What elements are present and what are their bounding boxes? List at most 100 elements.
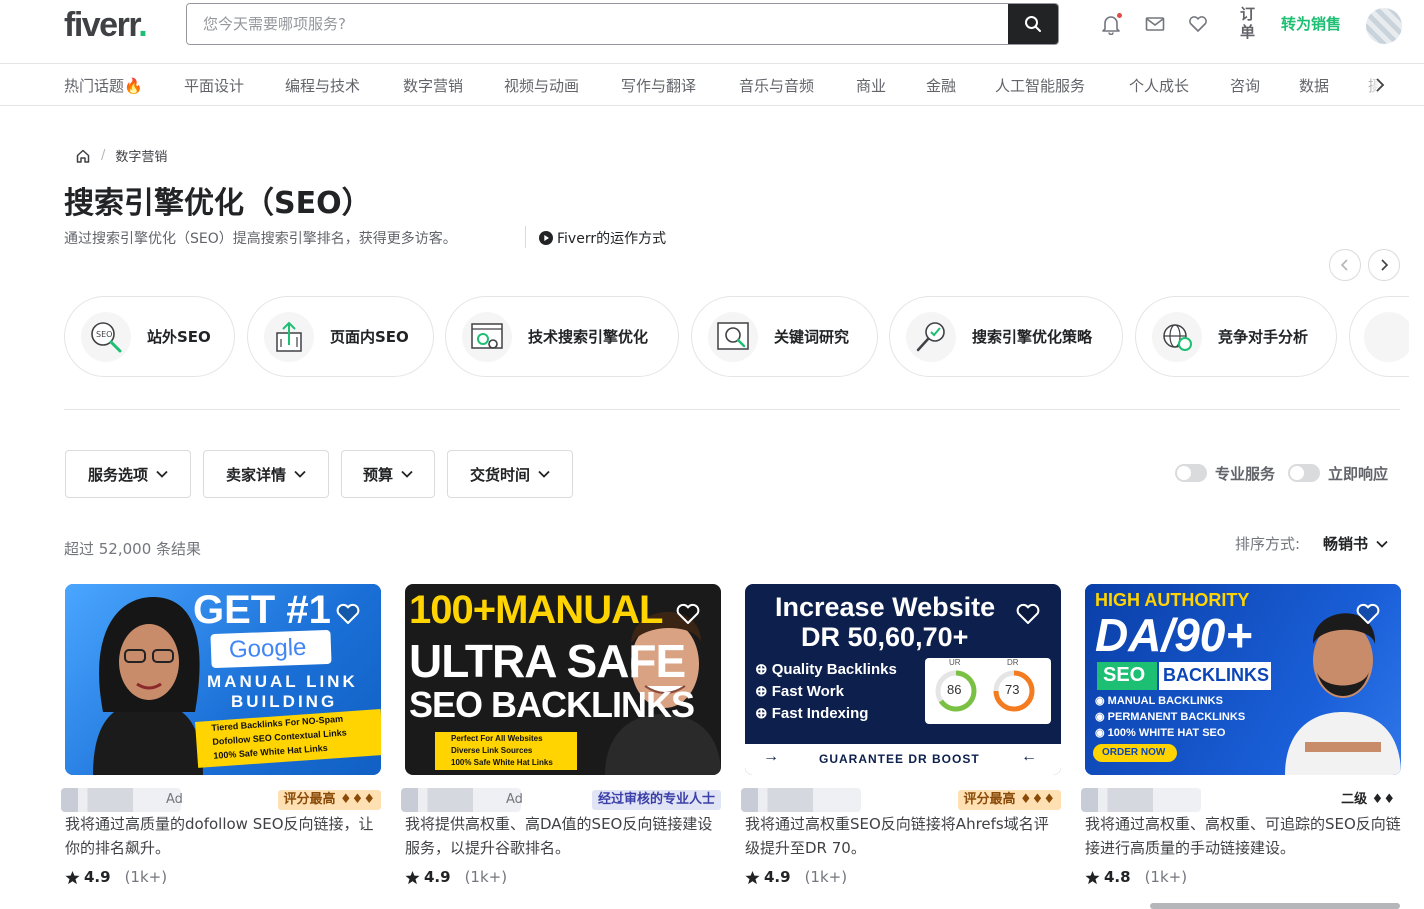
cat-trending[interactable]: 热门话题🔥 — [64, 75, 143, 96]
gig-card[interactable]: Increase Website DR 50,60,70+ ⊕ Quality … — [741, 584, 1061, 886]
gig-thumbnail[interactable]: 100+MANUAL ULTRA SAFE SEO BACKLINKS Perf… — [405, 584, 721, 775]
gig-rating: 4.9 (1k+) — [405, 868, 507, 886]
sort-dropdown[interactable]: 畅销书 — [1323, 533, 1388, 554]
thumb-bullet: ◉ 100% WHITE HAT SEO — [1095, 727, 1226, 739]
seller-info: Ad 评分最高 ♦♦♦ — [61, 788, 381, 812]
cat-finance[interactable]: 金融 — [926, 75, 956, 96]
notifications-button[interactable] — [1099, 12, 1123, 36]
fiverr-logo[interactable]: fiverr. — [64, 6, 148, 45]
seller-avatar-name-blurred[interactable] — [1081, 788, 1201, 812]
notification-dot — [1117, 13, 1122, 18]
seller-avatar-name-blurred[interactable] — [741, 788, 861, 812]
search-bar — [186, 3, 1059, 45]
gig-thumbnail[interactable]: GET #1 Google MANUAL LINK BUILDING Tiere… — [65, 584, 381, 775]
chevron-right-icon — [1381, 259, 1389, 271]
strategy-magnifier-icon — [906, 311, 956, 362]
heart-icon — [336, 603, 360, 624]
breadcrumb-separator: / — [101, 148, 106, 163]
gig-title[interactable]: 我将提供高权重、高DA值的SEO反向链接建设服务，以提升谷歌排名。 — [405, 812, 721, 860]
search-input[interactable] — [187, 4, 1009, 44]
pro-services-label: 专业服务 — [1215, 465, 1276, 483]
chevron-down-icon — [538, 470, 550, 478]
gig-title[interactable]: 我将通过高权重、高权重、可追踪的SEO反向链接进行高质量的手动链接建设。 — [1085, 812, 1401, 860]
gig-card[interactable]: GET #1 Google MANUAL LINK BUILDING Tiere… — [61, 584, 381, 886]
results-count: 超过 52,000 条结果 — [64, 540, 202, 558]
cat-personal-growth[interactable]: 个人成长 — [1129, 75, 1189, 96]
search-icon — [1025, 16, 1041, 32]
search-button[interactable] — [1008, 4, 1058, 44]
play-circle-icon — [539, 231, 553, 245]
favorite-button[interactable] — [675, 601, 701, 627]
chevron-down-icon — [401, 470, 413, 478]
heart-icon — [1016, 603, 1040, 624]
sort-label: 排序方式: — [1235, 535, 1301, 553]
subcat-keyword-research[interactable]: 关键词研究 — [691, 296, 878, 377]
gig-title[interactable]: 我将通过高权重SEO反向链接将Ahrefs域名评级提升至DR 70。 — [745, 812, 1061, 860]
cat-business[interactable]: 商业 — [856, 75, 886, 96]
subcat-next-partial[interactable] — [1349, 296, 1409, 377]
become-seller-link[interactable]: 转为销售 — [1281, 13, 1341, 34]
cat-video-animation[interactable]: 视频与动画 — [504, 75, 579, 96]
gig-card[interactable]: HIGH AUTHORITY DA/90+ SEO BACKLINKS ◉ MA… — [1081, 584, 1401, 886]
cat-data[interactable]: 数据 — [1299, 75, 1329, 96]
seo-tag: SEO — [1097, 662, 1157, 690]
pro-services-toggle[interactable] — [1175, 464, 1207, 482]
user-avatar[interactable] — [1366, 8, 1402, 44]
envelope-icon — [1145, 17, 1165, 31]
horizontal-scrollbar[interactable] — [1150, 903, 1400, 909]
cat-ai-services[interactable]: 人工智能服务 — [995, 75, 1085, 96]
heart-icon — [1356, 603, 1380, 624]
gig-title[interactable]: 我将通过高质量的dofollow SEO反向链接，让你的排名飙升。 — [65, 812, 381, 860]
seller-avatar-name-blurred[interactable] — [61, 788, 181, 812]
gig-rating: 4.8 (1k+) — [1085, 868, 1187, 886]
carousel-next-button[interactable] — [1368, 249, 1400, 281]
thumb-bullet: ⊕ Fast Indexing — [755, 705, 869, 722]
star-icon — [1085, 870, 1100, 884]
orders-link[interactable]: 订单 — [1240, 5, 1258, 41]
seller-avatar-name-blurred[interactable] — [401, 788, 521, 812]
chevron-down-icon — [156, 470, 168, 478]
cat-programming[interactable]: 编程与技术 — [285, 75, 360, 96]
favorite-button[interactable] — [335, 601, 361, 627]
cat-writing-translation[interactable]: 写作与翻译 — [621, 75, 696, 96]
globe-analysis-icon — [1152, 311, 1202, 362]
seller-info: 二级 ♦♦ — [1081, 788, 1401, 812]
metrics-box: UR 86 DR 73 — [925, 658, 1051, 724]
instant-response-toggle[interactable] — [1288, 464, 1320, 482]
heart-icon — [1189, 16, 1207, 32]
category-scroll-right[interactable] — [1368, 73, 1392, 97]
subcat-onpage-seo[interactable]: 页面内SEO — [247, 296, 434, 377]
subcat-seo-strategy[interactable]: 搜索引擎优化策略 — [889, 296, 1123, 377]
favorite-button[interactable] — [1015, 601, 1041, 627]
messages-button[interactable] — [1143, 12, 1167, 36]
cat-graphic-design[interactable]: 平面设计 — [184, 75, 244, 96]
how-fiverr-works-link[interactable]: Fiverr的运作方式 — [539, 228, 666, 248]
star-icon — [405, 870, 420, 884]
favorites-button[interactable] — [1186, 12, 1210, 36]
filter-budget[interactable]: 预算 — [341, 450, 435, 498]
order-now-badge: ORDER NOW — [1093, 744, 1177, 762]
breadcrumb-current[interactable]: 数字营销 — [115, 146, 167, 165]
carousel-prev-button[interactable] — [1329, 249, 1361, 281]
subcat-competitor-analysis[interactable]: 竞争对手分析 — [1135, 296, 1337, 377]
filter-seller-details[interactable]: 卖家详情 — [203, 450, 329, 498]
subcat-offpage-seo[interactable]: SEO 站外SEO — [64, 296, 235, 377]
gig-thumbnail[interactable]: Increase Website DR 50,60,70+ ⊕ Quality … — [745, 584, 1061, 775]
star-icon — [745, 870, 760, 884]
gig-rating: 4.9 (1k+) — [65, 868, 167, 886]
filter-delivery-time[interactable]: 交货时间 — [447, 450, 573, 498]
cat-music-audio[interactable]: 音乐与音频 — [739, 75, 814, 96]
home-icon[interactable] — [75, 148, 91, 164]
cat-digital-marketing[interactable]: 数字营销 — [403, 75, 463, 96]
seller-level: 二级 ♦♦ — [1341, 792, 1395, 807]
gig-rating: 4.9 (1k+) — [745, 868, 847, 886]
favorite-button[interactable] — [1355, 601, 1381, 627]
filter-service-options[interactable]: 服务选项 — [65, 450, 191, 498]
section-divider — [64, 409, 1400, 410]
gig-thumbnail[interactable]: HIGH AUTHORITY DA/90+ SEO BACKLINKS ◉ MA… — [1085, 584, 1401, 775]
thumb-bullet: ⊕ Fast Work — [755, 683, 844, 700]
seller-badge: 评分最高 ♦♦♦ — [957, 790, 1061, 810]
subcat-technical-seo[interactable]: 技术搜索引擎优化 — [445, 296, 679, 377]
gig-card[interactable]: 100+MANUAL ULTRA SAFE SEO BACKLINKS Perf… — [401, 584, 721, 886]
cat-consulting[interactable]: 咨询 — [1230, 75, 1260, 96]
